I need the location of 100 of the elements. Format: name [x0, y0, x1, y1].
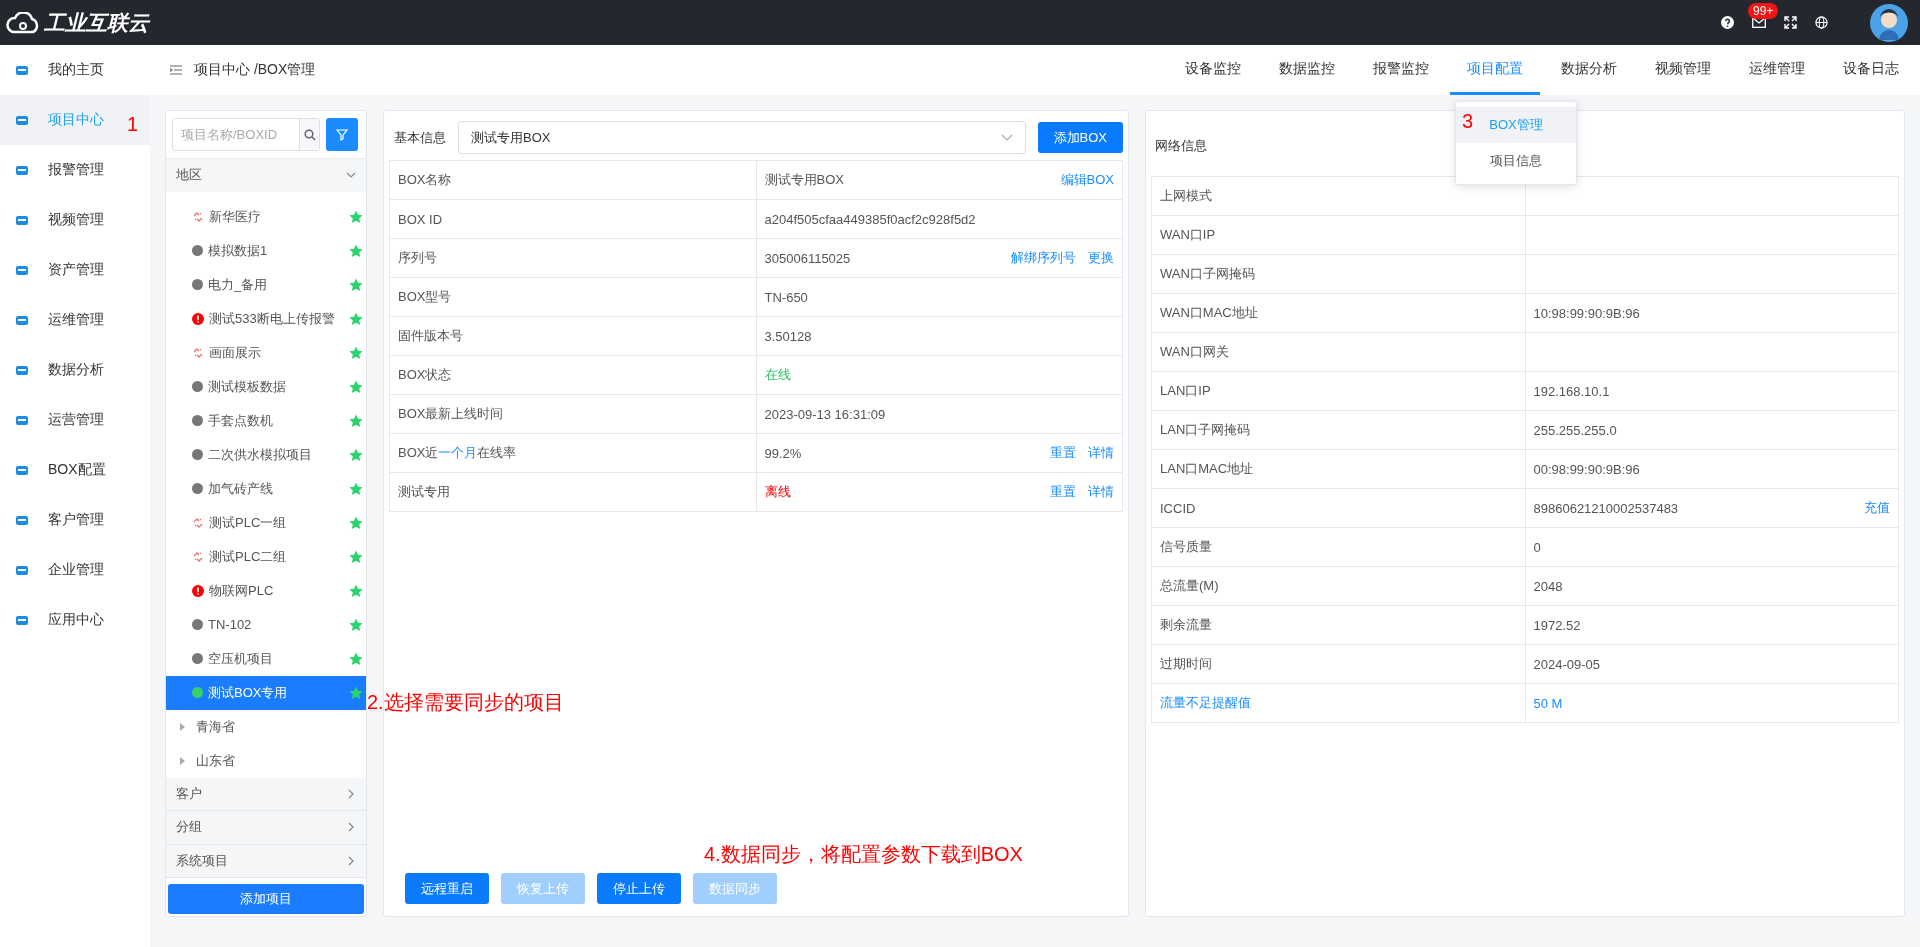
- sidebar-item[interactable]: 运营管理: [0, 395, 150, 445]
- nav-tab[interactable]: 数据分析: [1544, 45, 1634, 95]
- star-icon[interactable]: [349, 311, 363, 326]
- nav-tab[interactable]: 设备日志: [1826, 45, 1916, 95]
- table-cell-value: 2048: [1533, 578, 1563, 594]
- broken-link-icon: [192, 210, 204, 223]
- add-box-button[interactable]: 添加BOX: [1037, 122, 1123, 153]
- tree-item[interactable]: 青海省: [166, 709, 366, 744]
- star-icon[interactable]: [349, 209, 363, 224]
- sidebar-item[interactable]: 视频管理: [0, 195, 150, 245]
- table-cell-value: 99.2%: [764, 445, 802, 461]
- tree-item[interactable]: 测试PLC一组: [166, 505, 366, 540]
- star-icon[interactable]: [349, 277, 363, 292]
- action-link[interactable]: 编辑BOX: [1060, 171, 1114, 189]
- star-icon[interactable]: [349, 549, 363, 564]
- action-link[interactable]: 更换: [1088, 249, 1114, 267]
- table-cell-value: 3.50128: [764, 328, 812, 344]
- star-icon[interactable]: [349, 617, 363, 632]
- table-cell: 上网模式: [1151, 176, 1525, 216]
- sidebar-item[interactable]: 我的主页: [0, 45, 150, 95]
- section-label: 基本信息: [394, 128, 446, 147]
- chevron-icon: [346, 788, 356, 799]
- table-cell-value: 50 M: [1533, 695, 1563, 711]
- sidebar-item[interactable]: 客户管理: [0, 495, 150, 545]
- broken-link-icon: [192, 550, 204, 563]
- group-header[interactable]: 分组: [166, 811, 366, 845]
- action-link[interactable]: 详情: [1088, 483, 1114, 501]
- tree-item[interactable]: 测试BOX专用: [166, 675, 366, 710]
- fullscreen-icon[interactable]: [1784, 16, 1797, 29]
- help-icon[interactable]: [1721, 16, 1734, 29]
- tree-item[interactable]: 手套点数机: [166, 403, 366, 438]
- table-cell: BOX型号: [389, 277, 756, 317]
- alert-icon: [192, 584, 204, 597]
- nav-tab[interactable]: 视频管理: [1638, 45, 1728, 95]
- menu-icon[interactable]: [170, 65, 182, 75]
- filter-button[interactable]: [326, 118, 358, 151]
- menu-item[interactable]: 项目信息: [1456, 143, 1576, 179]
- star-icon[interactable]: [349, 345, 363, 360]
- tree-item[interactable]: 画面展示: [166, 335, 366, 370]
- tree-item[interactable]: 空压机项目: [166, 641, 366, 676]
- add-project-button[interactable]: 添加项目: [168, 884, 364, 914]
- tree-item[interactable]: 二次供水模拟项目: [166, 437, 366, 472]
- tree-item[interactable]: 测试533断电上传报警: [166, 301, 366, 336]
- box-select[interactable]: 测试专用BOX: [458, 121, 1026, 154]
- action-button[interactable]: 远程重启: [405, 873, 489, 904]
- offline-dot: [192, 381, 203, 393]
- star-icon[interactable]: [349, 481, 363, 496]
- nav-tab[interactable]: 数据监控: [1262, 45, 1352, 95]
- nav-tab[interactable]: 报警监控: [1356, 45, 1446, 95]
- tree-item[interactable]: 新华医疗: [166, 199, 366, 234]
- action-link[interactable]: 重置: [1050, 444, 1076, 462]
- group-header[interactable]: 客户: [166, 777, 366, 812]
- tree-item[interactable]: 加气砖产线: [166, 471, 366, 506]
- table-cell: ICCID: [1151, 488, 1525, 528]
- action-link[interactable]: 重置: [1050, 483, 1076, 501]
- annotation-text: 2.选择需要同步的项目: [367, 690, 564, 715]
- avatar-icon[interactable]: [1870, 3, 1908, 42]
- star-icon[interactable]: [349, 515, 363, 530]
- star-icon[interactable]: [349, 447, 363, 462]
- sidebar-item[interactable]: 运维管理: [0, 295, 150, 345]
- menu-item-icon: [16, 464, 28, 476]
- star-icon[interactable]: [349, 583, 363, 598]
- globe-icon[interactable]: [1815, 16, 1828, 29]
- tree-item[interactable]: 测试模板数据: [166, 369, 366, 404]
- action-link[interactable]: 解绑序列号: [1011, 249, 1076, 267]
- tree-item[interactable]: 山东省: [166, 743, 366, 778]
- tree-item[interactable]: TN-102: [166, 607, 366, 642]
- star-icon[interactable]: [349, 379, 363, 394]
- sidebar-item[interactable]: 报警管理: [0, 145, 150, 195]
- sidebar-item[interactable]: 数据分析: [0, 345, 150, 395]
- tree-item[interactable]: 测试PLC二组: [166, 539, 366, 574]
- search-icon[interactable]: [303, 128, 316, 141]
- star-icon[interactable]: [349, 685, 363, 700]
- table-cell: LAN口MAC地址: [1151, 449, 1525, 489]
- action-link[interactable]: 充值: [1864, 499, 1890, 517]
- group-header[interactable]: 系统项目: [166, 844, 366, 879]
- tree-item[interactable]: 模拟数据1: [166, 233, 366, 268]
- region-header[interactable]: 地区: [166, 159, 366, 192]
- sidebar-item[interactable]: 应用中心: [0, 595, 150, 645]
- annotation-text: 1: [127, 113, 139, 136]
- star-icon[interactable]: [349, 413, 363, 428]
- nav-tab[interactable]: 项目配置: [1450, 45, 1540, 95]
- sidebar-item[interactable]: BOX配置: [0, 445, 150, 495]
- tree-item[interactable]: 物联网PLC: [166, 573, 366, 608]
- sidebar-item[interactable]: 企业管理: [0, 545, 150, 595]
- menu-item-icon: [16, 564, 28, 576]
- sidebar-item[interactable]: 资产管理: [0, 245, 150, 295]
- action-link[interactable]: 详情: [1088, 444, 1114, 462]
- filter-icon: [336, 128, 348, 141]
- star-icon[interactable]: [349, 651, 363, 666]
- tree-item[interactable]: 电力_备用: [166, 267, 366, 302]
- nav-tab[interactable]: 设备监控: [1168, 45, 1258, 95]
- search-field[interactable]: 项目名称/BOXID: [172, 118, 320, 151]
- menu-item-icon: [16, 114, 28, 126]
- alert-icon: [192, 312, 204, 325]
- nav-tab[interactable]: 运维管理: [1732, 45, 1822, 95]
- star-icon[interactable]: [349, 243, 363, 258]
- action-button[interactable]: 停止上传: [597, 873, 681, 904]
- table-cell: BOX状态: [389, 355, 756, 395]
- table-cell-value: 1972.52: [1533, 617, 1581, 633]
